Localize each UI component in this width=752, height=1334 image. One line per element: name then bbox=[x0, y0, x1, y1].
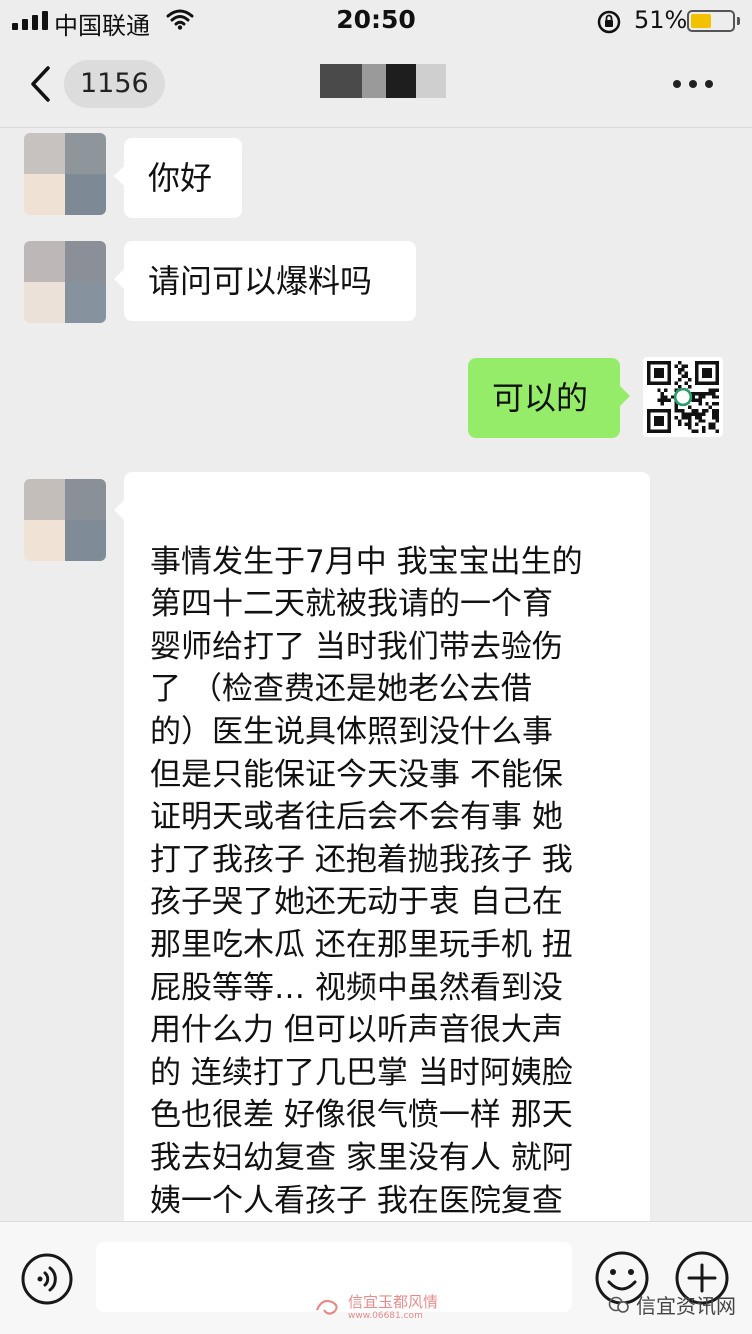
battery-percent: 51% bbox=[634, 6, 688, 34]
message-text: 你好 bbox=[148, 159, 213, 197]
orientation-lock-icon bbox=[596, 9, 622, 39]
message-text: 请问可以爆料吗 bbox=[148, 262, 373, 300]
contact-avatar[interactable] bbox=[24, 133, 106, 215]
site-logo-icon bbox=[315, 1299, 338, 1315]
account-watermark-name: 信宜资讯网 bbox=[636, 1294, 736, 1318]
message-bubble[interactable]: 事情发生于7月中 我宝宝出生的 第四十二天就被我请的一个育 婴师给打了 当时我们… bbox=[114, 472, 650, 1221]
qr-code-avatar[interactable] bbox=[643, 357, 723, 437]
message-text: 可以的 bbox=[492, 379, 589, 417]
redacted-title bbox=[320, 64, 446, 98]
site-watermark-name: 信宜玉都风情 bbox=[348, 1293, 439, 1311]
contact-avatar[interactable] bbox=[24, 479, 106, 561]
chat-header: 1156 bbox=[0, 40, 752, 128]
chat-messages[interactable]: 你好 请问可以爆料吗 可以的 事情发生于7月中 我宝宝出生的 第四十二天就被我请… bbox=[0, 129, 752, 1221]
site-watermark: 信宜玉都风情 www.06681.com bbox=[314, 1292, 438, 1321]
unread-count-badge[interactable]: 1156 bbox=[64, 60, 165, 108]
account-watermark: 信宜资讯网 bbox=[608, 1290, 736, 1319]
message-bubble[interactable]: 请问可以爆料吗 bbox=[114, 241, 416, 321]
message-text: 事情发生于7月中 我宝宝出生的 第四十二天就被我请的一个育 婴师给打了 当时我们… bbox=[150, 543, 583, 1219]
more-dots-icon[interactable] bbox=[673, 80, 713, 88]
contact-avatar[interactable] bbox=[24, 241, 106, 323]
message-bubble[interactable]: 可以的 bbox=[468, 358, 630, 438]
site-watermark-url: www.06681.com bbox=[348, 1311, 423, 1321]
battery-icon bbox=[687, 10, 740, 32]
status-bar: 中国联通 20:50 51% bbox=[0, 0, 752, 40]
voice-input-icon[interactable] bbox=[20, 1252, 74, 1310]
chevron-left-icon[interactable] bbox=[28, 64, 52, 108]
message-bubble[interactable]: 你好 bbox=[114, 138, 242, 218]
wechat-official-icon bbox=[608, 1296, 629, 1313]
